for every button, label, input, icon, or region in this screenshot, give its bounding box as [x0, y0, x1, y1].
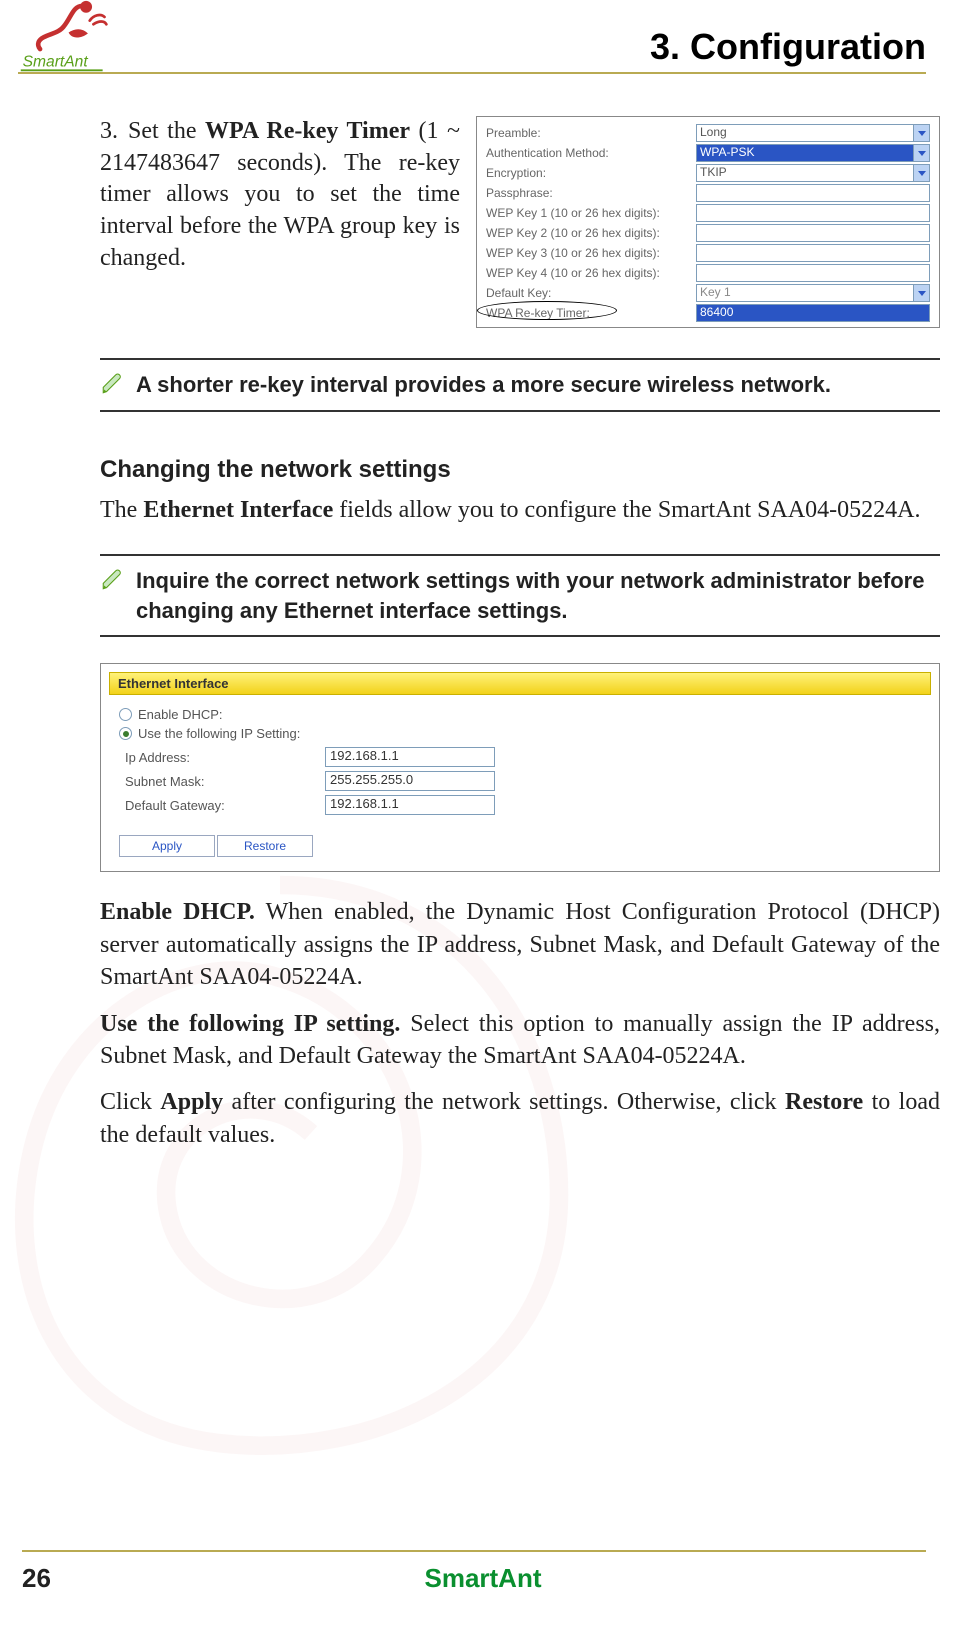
step-3-block: 3.Set the WPA Re-key Timer (1 ~ 21474836…	[100, 116, 940, 328]
wpa-settings-screenshot: Preamble:Long Authentication Method:WPA-…	[476, 116, 940, 328]
chapter-title: 3. Configuration	[650, 26, 926, 68]
subnet-mask-input[interactable]: 255.255.255.0	[325, 771, 495, 791]
note-rekey: A shorter re-key interval provides a mor…	[100, 358, 940, 412]
section-intro: The Ethernet Interface fields allow you …	[100, 494, 940, 526]
enable-dhcp-desc: Enable DHCP. When enabled, the Dynamic H…	[100, 896, 940, 993]
pencil-icon	[100, 370, 126, 396]
apply-restore-desc: Click Apply after configuring the networ…	[100, 1086, 940, 1151]
footer-rule	[22, 1550, 926, 1552]
smartant-logo: SmartAnt	[18, 0, 110, 78]
pencil-icon	[100, 566, 126, 592]
header-rule	[18, 72, 926, 74]
section-heading-network: Changing the network settings	[100, 456, 940, 484]
restore-button[interactable]: Restore	[217, 835, 313, 857]
ethernet-interface-screenshot: Ethernet Interface Enable DHCP: Use the …	[100, 663, 940, 872]
panel-title: Ethernet Interface	[109, 672, 931, 695]
preamble-select[interactable]: Long	[696, 124, 930, 142]
note-admin: Inquire the correct network settings wit…	[100, 554, 940, 637]
auth-method-select[interactable]: WPA-PSK	[696, 144, 930, 162]
rekey-timer-input[interactable]: 86400	[696, 304, 930, 322]
wep-key4-input[interactable]	[696, 264, 930, 282]
rekey-timer-highlight	[477, 301, 617, 320]
wep-key3-input[interactable]	[696, 244, 930, 262]
default-gateway-input[interactable]: 192.168.1.1	[325, 795, 495, 815]
wep-key2-input[interactable]	[696, 224, 930, 242]
encryption-select[interactable]: TKIP	[696, 164, 930, 182]
footer-brand: SmartAnt	[0, 1563, 966, 1594]
enable-dhcp-radio[interactable]: Enable DHCP:	[119, 707, 921, 722]
step-3-text: 3.Set the WPA Re-key Timer (1 ~ 21474836…	[100, 116, 460, 328]
ip-address-input[interactable]: 192.168.1.1	[325, 747, 495, 767]
wep-key1-input[interactable]	[696, 204, 930, 222]
passphrase-input[interactable]	[696, 184, 930, 202]
use-ip-radio[interactable]: Use the following IP Setting:	[119, 726, 921, 741]
default-key-select[interactable]: Key 1	[696, 284, 930, 302]
svg-text:SmartAnt: SmartAnt	[23, 54, 89, 71]
use-ip-desc: Use the following IP setting. Select thi…	[100, 1008, 940, 1073]
apply-button[interactable]: Apply	[119, 835, 215, 857]
